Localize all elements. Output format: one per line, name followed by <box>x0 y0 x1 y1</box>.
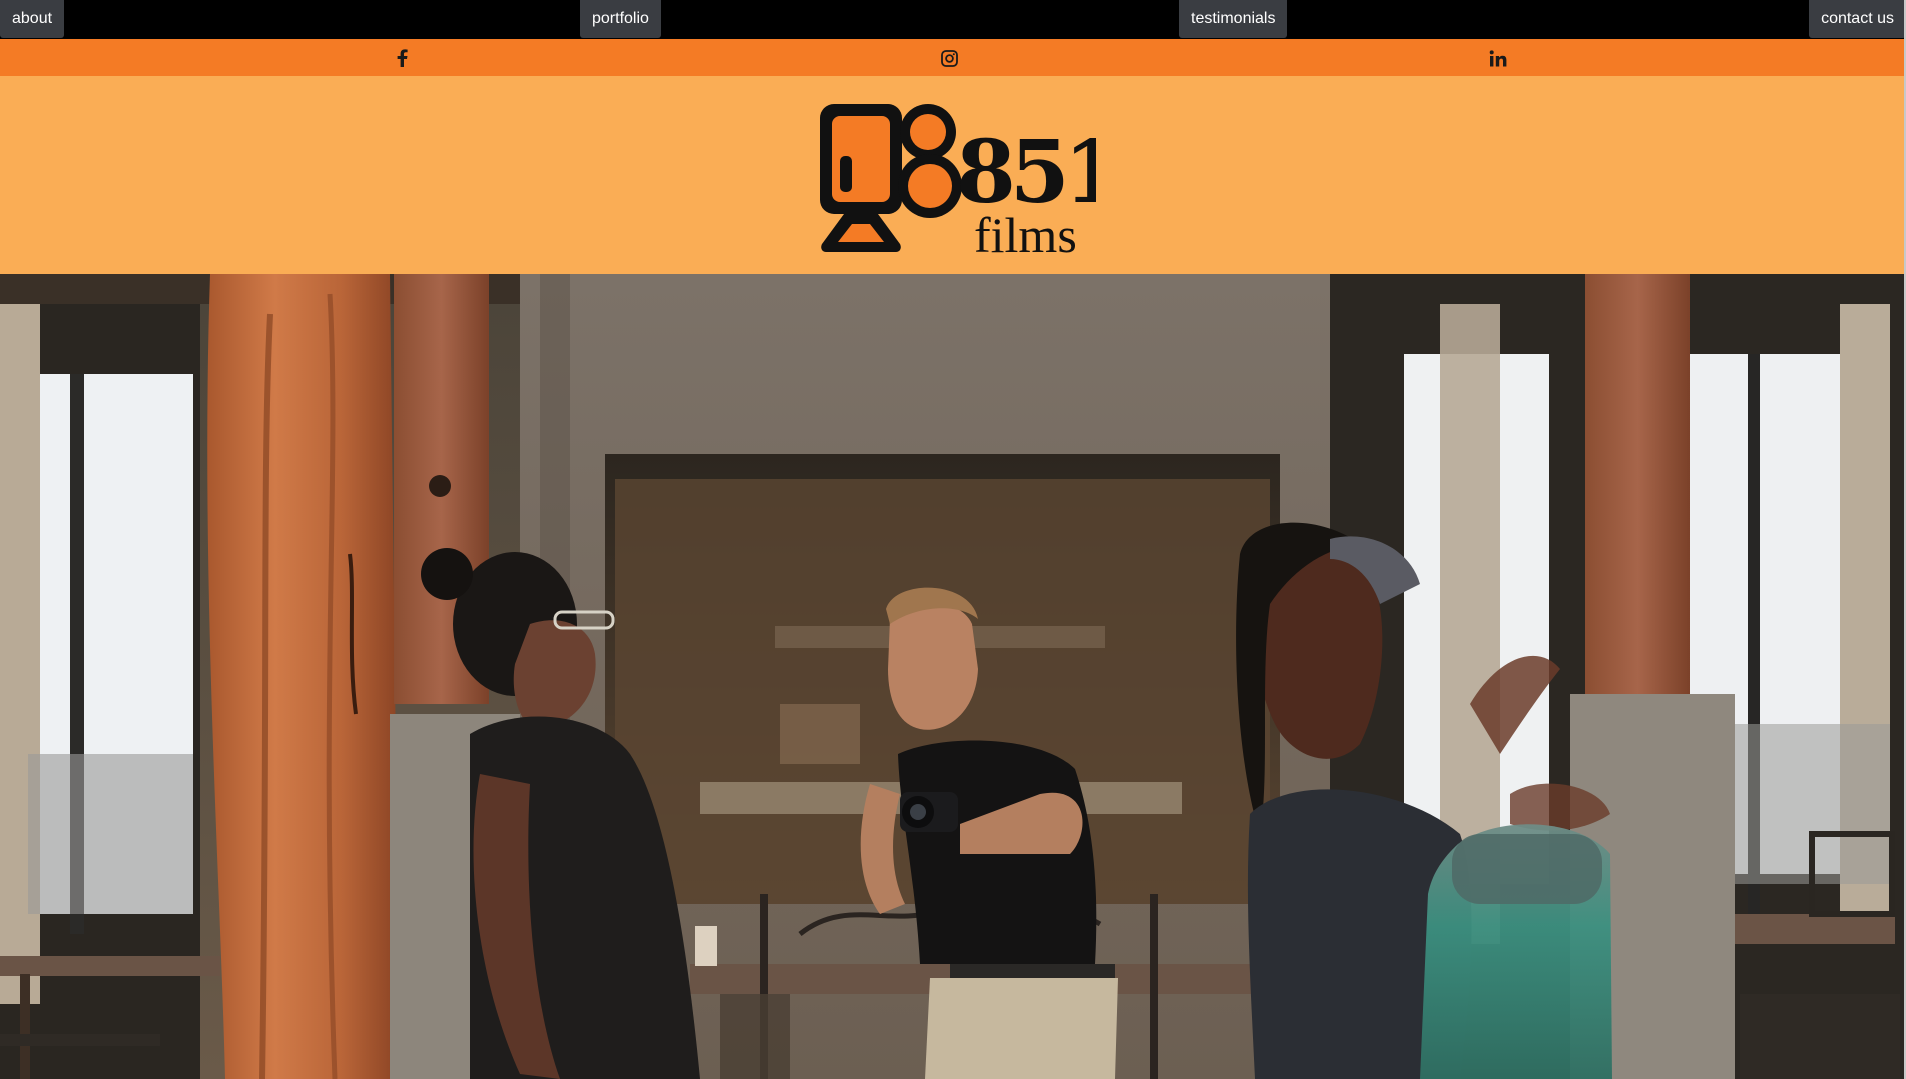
instagram-glyph <box>940 49 958 67</box>
page: about portfolio testimonials contact us <box>0 0 1906 1079</box>
instagram-icon[interactable] <box>938 47 960 69</box>
facebook-icon[interactable] <box>391 47 413 69</box>
logo-camera-slot <box>840 156 852 192</box>
nav-about-button[interactable]: about <box>0 0 65 38</box>
nav-contact-button[interactable]: contact us <box>1809 0 1906 38</box>
logo-eight-top-inner <box>910 114 946 150</box>
header-banner: 8511 films <box>0 76 1904 274</box>
hero-video[interactable] <box>0 274 1904 1079</box>
logo-eight-bottom-inner <box>908 164 952 208</box>
nav-testimonials-button[interactable]: testimonials <box>1179 0 1288 38</box>
nav-portfolio-button[interactable]: portfolio <box>580 0 661 38</box>
logo-8511-films[interactable]: 8511 films <box>816 98 1096 254</box>
logo-word: films <box>974 207 1077 254</box>
linkedin-icon[interactable] <box>1487 47 1509 69</box>
hero-video-frame <box>0 274 1904 1079</box>
social-bar <box>0 39 1904 76</box>
linkedin-glyph <box>1489 49 1507 66</box>
facebook-glyph <box>397 49 408 67</box>
top-navigation: about portfolio testimonials contact us <box>0 0 1906 39</box>
